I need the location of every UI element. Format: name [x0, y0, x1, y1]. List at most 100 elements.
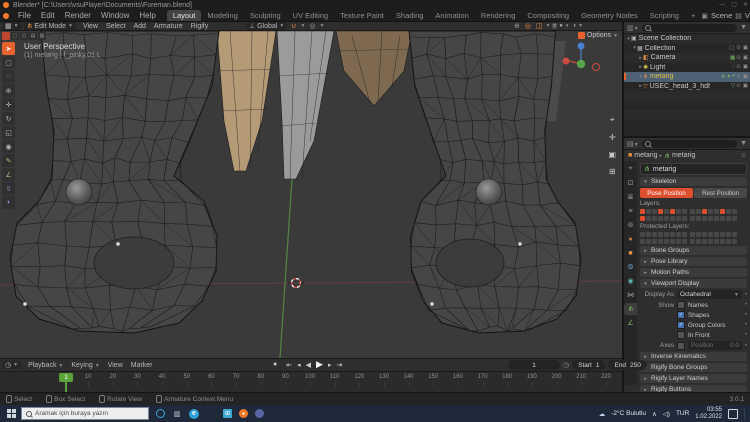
breadcrumb-object[interactable]: metarig: [634, 152, 657, 159]
mode-selector[interactable]: ⋔ Edit Mode ▼: [23, 22, 76, 30]
tool-fallback-icon[interactable]: ▢: [11, 32, 19, 40]
layer-cell[interactable]: [676, 209, 681, 214]
eye-icon[interactable]: ⊙: [736, 74, 741, 80]
taskbar-search-input[interactable]: Aramak için buraya yazın: [21, 407, 149, 420]
outliner-row-scene-collection[interactable]: ▾ ▣ Scene Collection: [624, 34, 750, 44]
show-overlays-icon[interactable]: ◎: [523, 22, 533, 30]
timeline-menu-keying[interactable]: Keying ▼: [67, 362, 103, 369]
protected-layer-cell[interactable]: [640, 239, 645, 244]
store-icon[interactable]: ⊞: [223, 409, 232, 418]
zoom-icon[interactable]: ⌖: [608, 115, 616, 125]
tab-armature-data[interactable]: ⋔: [624, 303, 637, 315]
viewport-menu-select[interactable]: Select: [102, 23, 129, 30]
layer-cell[interactable]: [720, 216, 725, 221]
layer-cell[interactable]: [696, 209, 701, 214]
view-layer-selector[interactable]: ViewLayer: [745, 11, 750, 20]
protected-layer-cell[interactable]: [690, 232, 695, 237]
layer-cell[interactable]: [670, 209, 675, 214]
panel-viewport-display[interactable]: ▾ Viewport Display: [640, 279, 747, 288]
filter-funnel-icon[interactable]: ▼: [740, 24, 747, 31]
layer-cell[interactable]: [702, 216, 707, 221]
protected-layer-cell[interactable]: [670, 232, 675, 237]
viewport-3d[interactable]: ▢ ◫ ▤ ▧ User Perspective (1) metarig | f_pi…: [0, 31, 622, 358]
workspace-tab-geometry-nodes[interactable]: Geometry Nodes: [575, 10, 644, 21]
panel-bone-groups[interactable]: ▸ Bone Groups: [640, 246, 747, 255]
workspace-tab-+[interactable]: +: [685, 10, 701, 21]
measure-tool[interactable]: ∠: [2, 168, 15, 181]
start-button[interactable]: [7, 409, 16, 418]
layer-cell[interactable]: [708, 209, 713, 214]
protected-layer-cell[interactable]: [720, 239, 725, 244]
protected-layer-cell[interactable]: [702, 239, 707, 244]
layer-cell[interactable]: [676, 216, 681, 221]
proportional-dropdown[interactable]: ▼: [319, 23, 324, 29]
camera-icon[interactable]: ▣: [743, 55, 748, 61]
protected-layer-cell[interactable]: [696, 232, 701, 237]
protected-layer-cell[interactable]: [652, 232, 657, 237]
options-button[interactable]: Options ▼: [577, 32, 618, 39]
outliner-row-usec_head_3_hdf[interactable]: ▸ ▽ USEC_head_3_hdf ▽ ⊙ ▣: [624, 82, 750, 92]
protected-layer-cell[interactable]: [682, 232, 687, 237]
menu-render[interactable]: Render: [60, 10, 96, 22]
group-colors-checkbox[interactable]: ✓: [677, 321, 685, 329]
rest-position-button[interactable]: Rest Position: [694, 188, 747, 198]
menu-file[interactable]: File: [13, 10, 36, 22]
panel-rigify-layer-names[interactable]: ▸ Rigify Layer Names: [640, 374, 747, 383]
camera-icon[interactable]: ▣: [743, 83, 748, 89]
pan-icon[interactable]: ✛: [608, 133, 616, 142]
shading-wireframe-icon[interactable]: ○: [551, 23, 558, 29]
end-frame-field[interactable]: End 250: [608, 360, 647, 370]
protected-layer-cell[interactable]: [658, 239, 663, 244]
eye-icon[interactable]: ⊙: [736, 45, 741, 51]
show-gizmo-icon[interactable]: ⊕: [512, 22, 522, 30]
layer-cell[interactable]: [652, 209, 657, 214]
breadcrumb-data[interactable]: metarig: [672, 152, 695, 159]
protected-layer-cell[interactable]: [676, 239, 681, 244]
shading-material-icon[interactable]: ◐: [565, 23, 571, 29]
layer-cell[interactable]: [720, 209, 725, 214]
workspace-tab-compositing[interactable]: Compositing: [521, 10, 575, 21]
taskbar-clock[interactable]: 03:55 1.02.2022: [695, 407, 722, 421]
protected-layer-cell[interactable]: [664, 239, 669, 244]
layer-cell[interactable]: [682, 209, 687, 214]
tab-modifiers[interactable]: ⚙: [624, 261, 637, 273]
transform-orientation-dropdown[interactable]: ⊥ Global ▼: [246, 22, 288, 30]
properties-editor-icon[interactable]: ▤▼: [627, 140, 639, 148]
protected-layer-cell[interactable]: [646, 232, 651, 237]
auto-keying-button[interactable]: ●: [272, 361, 278, 368]
layer-cell[interactable]: [714, 209, 719, 214]
eye-icon[interactable]: ⊙: [736, 55, 741, 61]
pin-icon[interactable]: ⊙: [741, 152, 746, 159]
workspace-tab-animation[interactable]: Animation: [429, 10, 474, 21]
layer-cell[interactable]: [690, 209, 695, 214]
eye-icon[interactable]: ⊙: [736, 64, 741, 70]
protected-layer-cell[interactable]: [732, 232, 737, 237]
minimize-button[interactable]: —: [719, 0, 725, 10]
workspace-tab-uv-editing[interactable]: UV Editing: [287, 10, 334, 21]
in-front-checkbox[interactable]: [677, 331, 685, 339]
tab-tool[interactable]: ⌖: [624, 163, 637, 175]
current-frame-badge[interactable]: 1: [59, 373, 73, 382]
layer-cell[interactable]: [658, 216, 663, 221]
protected-layer-cell[interactable]: [708, 232, 713, 237]
layer-cell[interactable]: [670, 216, 675, 221]
layer-cell[interactable]: [652, 216, 657, 221]
eye-icon[interactable]: ⊙: [736, 83, 741, 89]
layer-cell[interactable]: [664, 209, 669, 214]
tab-scene[interactable]: ⊚: [624, 219, 637, 231]
axes-checkbox[interactable]: [677, 341, 685, 350]
active-tool-icon[interactable]: [2, 32, 10, 40]
layer-cell[interactable]: [702, 209, 707, 214]
tab-world[interactable]: ●: [624, 233, 637, 245]
select-circle-tool[interactable]: ◌: [2, 70, 15, 83]
rotate-tool[interactable]: ↻: [2, 112, 15, 125]
animate-dot-icon[interactable]: •: [745, 332, 747, 338]
outliner-filter-dropdown[interactable]: ▥▼: [627, 24, 639, 32]
next-keyframe-button[interactable]: ▸: [327, 361, 333, 369]
protected-layer-cell[interactable]: [702, 232, 707, 237]
protected-layer-cell[interactable]: [664, 232, 669, 237]
properties-search-input[interactable]: [641, 139, 738, 148]
task-view-icon[interactable]: ▥: [172, 409, 182, 419]
tab-render[interactable]: ⊡: [624, 177, 637, 189]
camera-icon[interactable]: ▣: [743, 64, 748, 70]
